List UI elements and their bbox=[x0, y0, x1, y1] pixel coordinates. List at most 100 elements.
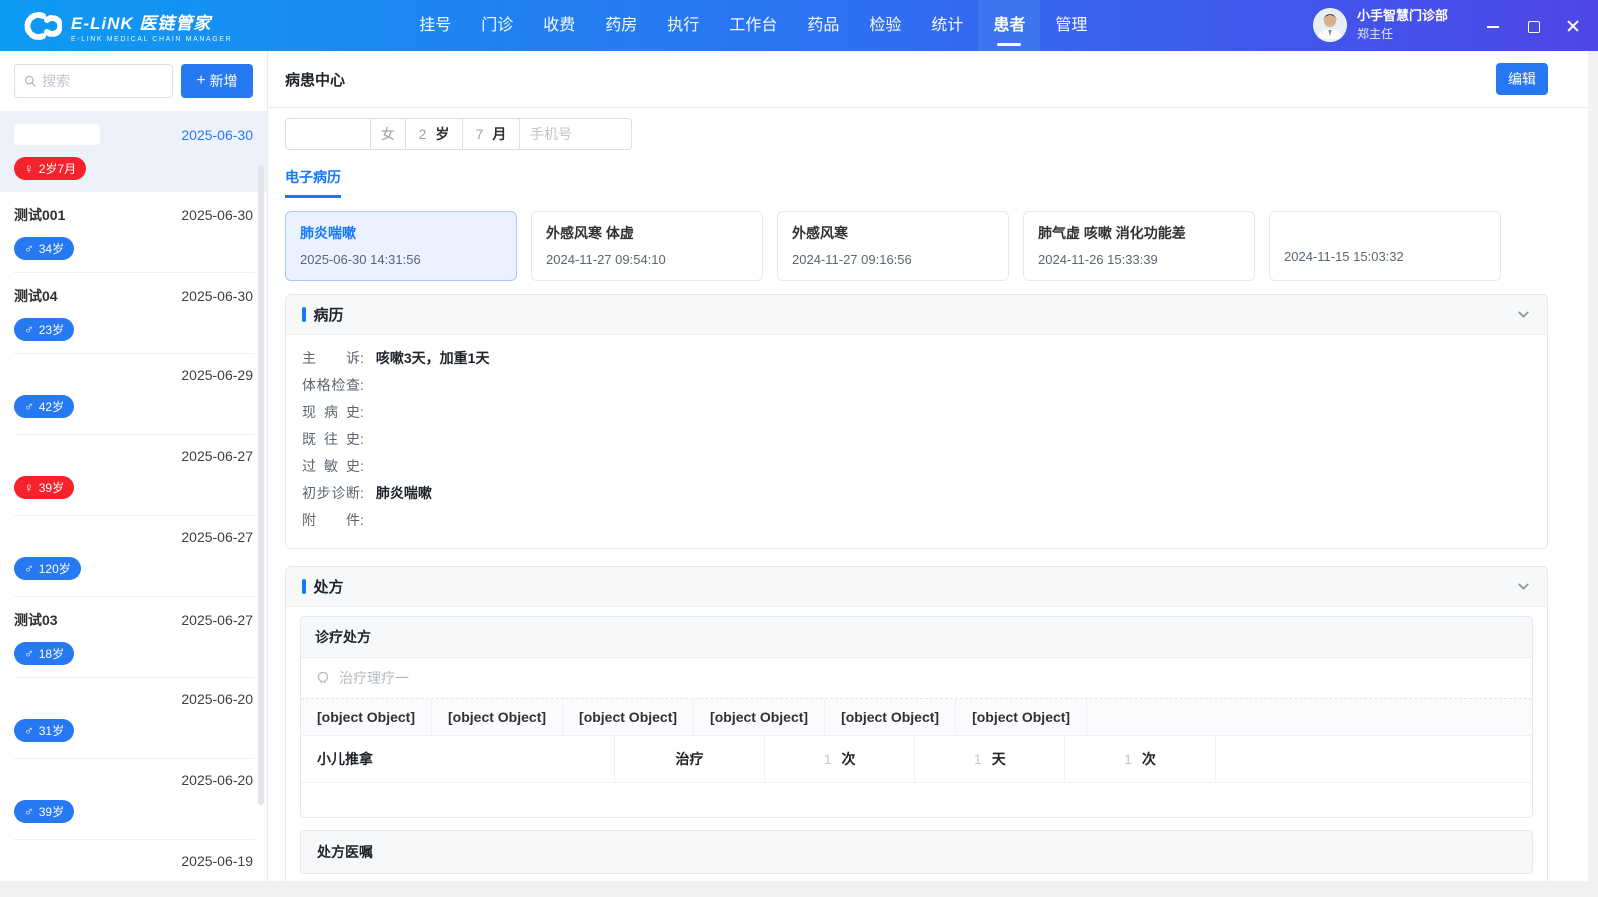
plus-icon: + bbox=[196, 73, 205, 89]
gender-age-badge: ♂ 31岁 bbox=[14, 719, 74, 742]
record-time: 2024-11-27 09:54:10 bbox=[546, 252, 748, 267]
record-card[interactable]: 2024-11-15 15:03:32 bbox=[1269, 211, 1501, 281]
visit-date: 2025-06-20 bbox=[181, 772, 253, 788]
patient-age: 39岁 bbox=[39, 803, 64, 820]
user-info[interactable]: 小手智慧门诊部 郑主任 bbox=[1313, 8, 1448, 42]
patient-list-item[interactable]: 测试03 2025-06-27 ♂ 18岁 bbox=[0, 597, 267, 678]
nav-item[interactable]: 执行 bbox=[652, 0, 714, 51]
table-header-cell: [object Object] bbox=[825, 699, 956, 735]
gender-icon: ♂ bbox=[24, 723, 34, 738]
gender-icon: ♂ bbox=[24, 561, 34, 576]
chevron-down-icon[interactable] bbox=[1516, 307, 1531, 322]
record-card[interactable]: 肺气虚 咳嗽 消化功能差 2024-11-26 15:33:39 bbox=[1023, 211, 1255, 281]
gender-age-badge: ♀ 2岁7月 bbox=[14, 157, 86, 180]
gender-field[interactable]: 女 bbox=[370, 118, 406, 150]
search-box[interactable] bbox=[14, 64, 173, 98]
nav-item[interactable]: 药品 bbox=[792, 0, 854, 51]
visit-date: 2025-06-27 bbox=[181, 612, 253, 628]
note-cell bbox=[1216, 736, 1532, 782]
per-day-cell: 1次 bbox=[765, 736, 915, 782]
nav-item[interactable]: 工作台 bbox=[714, 0, 792, 51]
gender-icon: ♂ bbox=[24, 399, 34, 414]
patient-list-item[interactable]: 2025-06-27 ♀ 39岁 bbox=[0, 435, 267, 516]
name-field[interactable] bbox=[285, 118, 371, 150]
field-value: 咳嗽3天，加重1天 bbox=[376, 350, 490, 366]
patient-list-item[interactable]: 2025-06-20 ♂ 31岁 bbox=[0, 678, 267, 759]
record-field-row: 体格检查: bbox=[302, 377, 1531, 393]
patient-sidebar: + 新增 2025-06-30 ♀ bbox=[0, 51, 268, 881]
minimize-icon[interactable] bbox=[1486, 19, 1500, 33]
record-card-list: 肺炎喘嗽 2025-06-30 14:31:56 外感风寒 体虚 2024-11… bbox=[285, 211, 1548, 281]
record-time: 2024-11-15 15:03:32 bbox=[1284, 249, 1486, 264]
chevron-down-icon[interactable] bbox=[1516, 579, 1531, 594]
clinic-name: 小手智慧门诊部 bbox=[1357, 8, 1448, 25]
visit-date: 2025-06-30 bbox=[181, 127, 253, 143]
window-controls bbox=[1486, 19, 1580, 33]
record-field-row: 初步诊断:肺炎喘嗽 bbox=[302, 485, 1531, 501]
scrollbar-thumb[interactable] bbox=[258, 165, 264, 805]
tab-electronic-record[interactable]: 电子病历 bbox=[285, 167, 341, 198]
days-cell: 1天 bbox=[915, 736, 1065, 782]
gender-icon: ♀ bbox=[24, 480, 34, 495]
item-name-cell: 小儿推拿 bbox=[301, 736, 615, 782]
patient-list-item[interactable]: 测试04 2025-06-30 ♂ 23岁 bbox=[0, 273, 267, 354]
phone-field[interactable]: 手机号 bbox=[519, 118, 632, 150]
patient-list-item[interactable]: 2025-06-20 ♂ 39岁 bbox=[0, 759, 267, 840]
prescription-header: 处方 bbox=[286, 567, 1547, 607]
nav-item[interactable]: 收费 bbox=[528, 0, 590, 51]
close-icon[interactable] bbox=[1566, 19, 1580, 33]
patient-list-item[interactable]: 2025-06-29 ♂ 42岁 bbox=[0, 354, 267, 435]
brand-name: E-LiNK 医链管家 bbox=[71, 9, 232, 34]
tab-bar: 电子病历 bbox=[285, 167, 1548, 198]
add-patient-button[interactable]: + 新增 bbox=[181, 64, 253, 98]
field-label: 主诉 bbox=[302, 350, 360, 366]
table-header-cell: [object Object] bbox=[956, 699, 1087, 735]
table-header-cell: [object Object] bbox=[432, 699, 563, 735]
record-time: 2025-06-30 14:31:56 bbox=[300, 252, 502, 267]
nav-item[interactable]: 药房 bbox=[590, 0, 652, 51]
record-card[interactable]: 外感风寒 体虚 2024-11-27 09:54:10 bbox=[531, 211, 763, 281]
patient-list-item[interactable]: 2025-06-19 bbox=[0, 840, 267, 881]
treatment-prescription-title: 诊疗处方 bbox=[301, 617, 1532, 658]
record-title: 肺气虚 咳嗽 消化功能差 bbox=[1038, 223, 1240, 243]
patient-list-item[interactable]: 测试001 2025-06-30 ♂ 34岁 bbox=[0, 192, 267, 273]
patient-age: 34岁 bbox=[39, 240, 64, 257]
gender-icon: ♂ bbox=[24, 322, 34, 337]
age-field[interactable]: 2 岁 bbox=[405, 118, 463, 150]
record-field-row: 既往史: bbox=[302, 431, 1531, 447]
medical-record-title: 病历 bbox=[314, 304, 344, 325]
nav-item[interactable]: 统计 bbox=[916, 0, 978, 51]
patient-name: 测试001 bbox=[14, 207, 65, 223]
record-card[interactable]: 肺炎喘嗽 2025-06-30 14:31:56 bbox=[285, 211, 517, 281]
gender-age-badge: ♂ 42岁 bbox=[14, 395, 74, 418]
record-title: 外感风寒 bbox=[792, 223, 994, 243]
record-card[interactable]: 外感风寒 2024-11-27 09:16:56 bbox=[777, 211, 1009, 281]
main-content: 病患中心 编辑 女 2 岁 7 bbox=[268, 51, 1598, 881]
field-label: 现病史 bbox=[302, 404, 360, 420]
maximize-icon[interactable] bbox=[1526, 19, 1540, 33]
record-time: 2024-11-26 15:33:39 bbox=[1038, 252, 1240, 267]
nav-item[interactable]: 患者 bbox=[978, 0, 1040, 51]
record-field-row: 主诉:咳嗽3天，加重1天 bbox=[302, 350, 1531, 366]
nav-item[interactable]: 检验 bbox=[854, 0, 916, 51]
bulb-icon bbox=[315, 670, 331, 686]
patient-age: 18岁 bbox=[39, 645, 64, 662]
medical-record-fields: 主诉:咳嗽3天，加重1天 体格检查: 现病史: bbox=[286, 335, 1547, 548]
record-title: 肺炎喘嗽 bbox=[300, 223, 502, 243]
avatar bbox=[1313, 8, 1347, 42]
nav-item[interactable]: 门诊 bbox=[466, 0, 528, 51]
search-input[interactable] bbox=[42, 73, 163, 89]
record-field-row: 过敏史: bbox=[302, 458, 1531, 474]
patient-list-item[interactable]: 2025-06-27 ♂ 120岁 bbox=[0, 516, 267, 597]
patient-list-item[interactable]: 2025-06-30 ♀ 2岁7月 bbox=[0, 111, 267, 192]
nav-item[interactable]: 管理 bbox=[1040, 0, 1102, 51]
gender-icon: ♂ bbox=[24, 241, 34, 256]
edit-button[interactable]: 编辑 bbox=[1496, 63, 1548, 95]
field-value: 肺炎喘嗽 bbox=[376, 485, 432, 501]
gender-icon: ♂ bbox=[24, 646, 34, 661]
total-cell: 1次 bbox=[1065, 736, 1215, 782]
accent-bar bbox=[302, 307, 306, 322]
patient-age: 23岁 bbox=[39, 321, 64, 338]
nav-item[interactable]: 挂号 bbox=[404, 0, 466, 51]
month-field[interactable]: 7 月 bbox=[462, 118, 520, 150]
